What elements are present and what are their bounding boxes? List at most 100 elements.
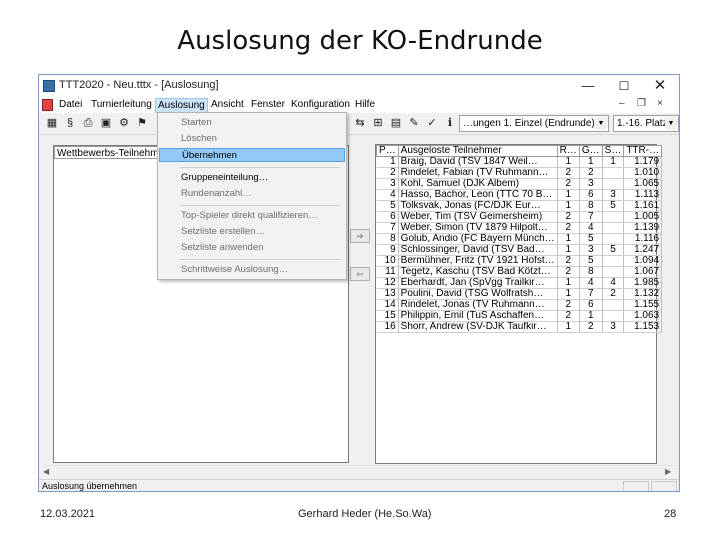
- check-icon[interactable]: ✓: [425, 116, 439, 131]
- menu-item-schrittweise-auslosung[interactable]: Schrittweise Auslosung…: [159, 263, 345, 277]
- cell-round: 2: [557, 299, 580, 311]
- menu-item-starten[interactable]: Starten: [159, 116, 345, 130]
- chevron-down-icon[interactable]: ▼: [595, 117, 607, 130]
- cell-pos: 15: [376, 310, 399, 322]
- menu-konfiguration[interactable]: Konfiguration: [289, 98, 352, 113]
- table-row[interactable]: 10 Bermühner, Fritz (TV 1921 Hofst… 2 5 1.09…: [376, 255, 663, 267]
- table-row[interactable]: 8 Golub, Andio (FC Bayern Münch… 1 5 1.116: [376, 233, 663, 245]
- cell-seed: 4: [602, 277, 625, 289]
- status-panel: [651, 481, 677, 491]
- slide-title: Auslosung der KO-Endrunde: [177, 26, 543, 56]
- remove-participant-button[interactable]: ⇐: [350, 267, 370, 281]
- cell-ttr: 1.113: [623, 189, 663, 201]
- auslosung-dropdown-menu: Starten Löschen Übernehmen Gruppeneintei…: [157, 112, 347, 280]
- cell-seed: 5: [602, 200, 625, 212]
- mdi-minimize-button[interactable]: –: [619, 98, 625, 109]
- cell-ttr: 1.155: [623, 299, 663, 311]
- footer-page: 28: [664, 508, 677, 520]
- minimize-button[interactable]: —: [573, 75, 603, 97]
- table-row[interactable]: 12 Eberhardt, Jan (SpVgg Trailkir… 1 4 4 1.98…: [376, 277, 663, 289]
- table-row[interactable]: 1 Braig, David (TSV 1847 Weil… 1 1 1 1.179: [376, 156, 663, 168]
- table-row[interactable]: 5 Tolksvak, Jonas (FC/DJK Eur… 1 8 5 1.161: [376, 200, 663, 212]
- cell-name: Weber, Simon (TV 1879 Hilpolt…: [398, 222, 558, 234]
- menu-item-setzliste-erstellen[interactable]: Setzliste erstellen…: [159, 225, 345, 239]
- frame-icon[interactable]: ▣: [99, 116, 113, 131]
- cell-group: 8: [579, 266, 603, 278]
- chevron-down-icon[interactable]: ▼: [665, 117, 677, 130]
- scroll-right-icon[interactable]: ▶: [665, 467, 675, 476]
- competition-select-value: Einzel (Endrunde): [514, 118, 595, 129]
- cell-pos: 5: [376, 200, 399, 212]
- menu-item-rundenanzahl[interactable]: Rundenanzahl…: [159, 187, 345, 201]
- info-icon[interactable]: ℹ: [443, 116, 457, 131]
- menu-item-loeschen[interactable]: Löschen: [159, 132, 345, 146]
- cell-name: Braig, David (TSV 1847 Weil…: [398, 156, 558, 168]
- table-row[interactable]: 13 Poulini, David (TSG Wolfratsh… 1 7 2 1.132: [376, 288, 663, 300]
- tools-icon[interactable]: ⚙: [117, 116, 131, 131]
- competition-select[interactable]: …ungen 1. Einzel (Endrunde) ▼: [459, 115, 609, 132]
- horizontal-scrollbar[interactable]: ◀ ▶: [43, 465, 675, 477]
- menu-datei[interactable]: Datei: [57, 98, 84, 113]
- table-row[interactable]: 7 Weber, Simon (TV 1879 Hilpolt… 2 4 1.139: [376, 222, 663, 234]
- cell-name: Eberhardt, Jan (SpVgg Trailkir…: [398, 277, 558, 289]
- scroll-left-icon[interactable]: ◀: [43, 467, 53, 476]
- column-header-round[interactable]: R…: [556, 145, 580, 157]
- column-header-seed[interactable]: S…: [601, 145, 625, 157]
- maximize-button[interactable]: ☐: [609, 75, 639, 97]
- table-row[interactable]: 14 Rindelet, Jonas (TV Ruhmann… 2 6 1.155: [376, 299, 663, 311]
- cell-round: 1: [557, 321, 580, 333]
- drawn-participants-grid[interactable]: P… Ausgeloste Teilnehmer R… G… S… TTR-… 1 Braig…: [375, 144, 663, 464]
- menu-item-gruppeneinteilung[interactable]: Gruppeneinteilung…: [159, 171, 345, 185]
- cell-pos: 3: [376, 178, 399, 190]
- print-icon[interactable]: ⎙: [81, 116, 95, 131]
- cell-seed: [602, 211, 625, 223]
- column-header-group[interactable]: G…: [578, 145, 603, 157]
- column-header-ttr[interactable]: TTR-…: [623, 145, 663, 157]
- menu-item-setzliste-anwenden[interactable]: Setzliste anwenden: [159, 241, 345, 255]
- menu-item-top-spieler[interactable]: Top-Spieler direkt qualifizieren…: [159, 209, 345, 223]
- cell-name: Tolksvak, Jonas (FC/DJK Eur…: [398, 200, 558, 212]
- mdi-restore-button[interactable]: ❐: [637, 98, 646, 109]
- cell-ttr: 1.985: [623, 277, 663, 289]
- cell-pos: 9: [376, 244, 399, 256]
- menu-hilfe[interactable]: Hilfe: [353, 98, 377, 113]
- cell-seed: 1: [602, 156, 625, 168]
- table-row[interactable]: 15 Philippin, Emil (TuS Aschaffen… 2 1 1.063: [376, 310, 663, 322]
- cell-round: 2: [557, 255, 580, 267]
- filter-icon[interactable]: ⚑: [135, 116, 149, 131]
- cell-group: 3: [579, 244, 603, 256]
- document-icon[interactable]: [42, 99, 53, 111]
- menu-auslosung[interactable]: Auslosung: [155, 98, 208, 113]
- add-participant-button[interactable]: ➔: [350, 229, 370, 243]
- menu-ansicht[interactable]: Ansicht: [209, 98, 246, 113]
- menu-item-uebernehmen[interactable]: Übernehmen: [159, 148, 345, 162]
- column-header-pos[interactable]: P…: [376, 145, 399, 157]
- cell-pos: 13: [376, 288, 399, 300]
- cell-pos: 12: [376, 277, 399, 289]
- edit-icon[interactable]: ✎: [407, 116, 421, 131]
- table-row[interactable]: 11 Tegetz, Kaschu (TSV Bad Kötzt… 2 8 1.067: [376, 266, 663, 278]
- table-row[interactable]: 3 Kohl, Samuel (DJK Albem) 2 3 1.065: [376, 178, 663, 190]
- cell-pos: 10: [376, 255, 399, 267]
- paragraph-icon[interactable]: §: [63, 116, 77, 131]
- table-row[interactable]: 2 Rindelet, Fabian (TV Ruhmann… 2 2 1.010: [376, 167, 663, 179]
- mdi-close-button[interactable]: ×: [657, 98, 663, 109]
- cell-group: 6: [579, 299, 603, 311]
- close-button[interactable]: ✕: [645, 75, 675, 97]
- table-row[interactable]: 4 Hasso, Bachor, Leon (TTC 70 B… 1 6 3 1.113: [376, 189, 663, 201]
- table-icon[interactable]: ▦: [45, 116, 59, 131]
- list-icon[interactable]: ▤: [389, 116, 403, 131]
- bracket-icon[interactable]: ⊞: [371, 116, 385, 131]
- table-row[interactable]: 16 Shorr, Andrew (SV-DJK Taufkir… 1 2 3 1.153: [376, 321, 663, 333]
- table-row[interactable]: 9 Schlossinger, David (TSV Bad… 1 3 5 1.247: [376, 244, 663, 256]
- column-header-participants[interactable]: Wettbewerbs-Teilnehmer: [54, 146, 160, 159]
- cell-seed: 5: [602, 244, 625, 256]
- menu-turnierleitung[interactable]: Turnierleitung: [89, 98, 154, 113]
- menu-fenster[interactable]: Fenster: [249, 98, 287, 113]
- column-header-name[interactable]: Ausgeloste Teilnehmer: [397, 145, 558, 157]
- places-select[interactable]: 1.-16. Platz ▼: [613, 115, 679, 132]
- cell-ttr: 1.153: [623, 321, 663, 333]
- draw-tree-icon[interactable]: ⇆: [353, 116, 367, 131]
- cell-pos: 1: [376, 156, 399, 168]
- table-row[interactable]: 6 Weber, Tim (TSV Geimersheim) 2 7 1.005: [376, 211, 663, 223]
